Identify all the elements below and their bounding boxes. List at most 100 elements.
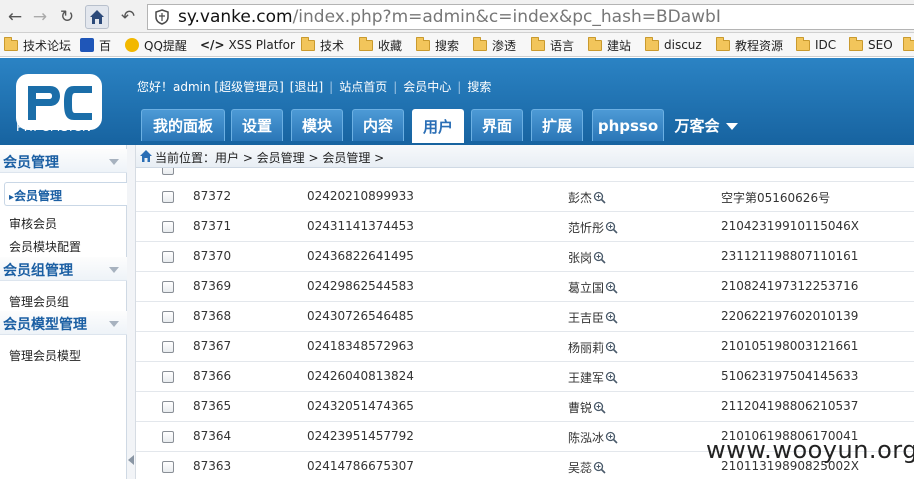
bookmark-folder[interactable] bbox=[903, 36, 914, 54]
folder-icon bbox=[716, 36, 730, 51]
undo-icon[interactable]: ↶ bbox=[116, 5, 140, 29]
zoom-in-icon[interactable] bbox=[593, 251, 606, 264]
sidebar-splitter[interactable] bbox=[127, 145, 136, 479]
home-icon[interactable] bbox=[85, 5, 109, 29]
collapse-arrow-icon bbox=[109, 321, 119, 327]
collapse-arrow-icon bbox=[109, 267, 119, 273]
member-id: 87369 bbox=[193, 279, 232, 293]
member-name-text: 王吉臣 bbox=[568, 311, 605, 325]
member-id: 87367 bbox=[193, 339, 232, 353]
top-links: 您好！admin [超级管理员] [退出] | 站点首页 | 会员中心 | 搜索 bbox=[137, 78, 491, 95]
member-name: 王吉臣 bbox=[568, 309, 618, 326]
sidebar-item-member-manage[interactable]: ▸会员管理 bbox=[4, 182, 127, 206]
member-idno: 510623197504145633 bbox=[721, 369, 859, 383]
zoom-in-icon[interactable] bbox=[605, 341, 618, 354]
tab-content[interactable]: 内容 bbox=[352, 109, 404, 141]
bookmark-folder[interactable]: discuz bbox=[645, 36, 702, 54]
tab-phpsso[interactable]: phpsso bbox=[592, 109, 664, 141]
url-text: sy.vanke.com/index.php?m=admin&c=index&p… bbox=[178, 7, 721, 27]
folder-icon bbox=[301, 36, 315, 51]
row-checkbox[interactable] bbox=[162, 341, 174, 353]
bookmark-folder[interactable]: 技术 bbox=[301, 36, 344, 54]
member-name: 王建军 bbox=[568, 369, 618, 386]
tab-interface[interactable]: 界面 bbox=[471, 109, 523, 141]
row-checkbox[interactable] bbox=[162, 251, 174, 263]
greeting-text: 您好！admin [超级管理员] bbox=[137, 80, 284, 94]
folder-icon bbox=[416, 36, 430, 51]
bookmark-folder[interactable]: IDC bbox=[796, 36, 836, 54]
bookmark-folder[interactable]: 收藏 bbox=[359, 36, 402, 54]
table-row: 87368 02430726546485 王吉臣 220622197602010139 bbox=[136, 302, 914, 332]
tab-modules[interactable]: 模块 bbox=[291, 109, 343, 141]
row-checkbox[interactable] bbox=[162, 311, 174, 323]
sidebar-item-manage-model[interactable]: 管理会员模型 bbox=[9, 347, 81, 364]
bookmark-folder[interactable]: SEO bbox=[849, 36, 893, 54]
member-name: 张岗 bbox=[568, 249, 606, 266]
bookmark-link[interactable]: </> XSS Platfor bbox=[200, 36, 295, 54]
tab-settings[interactable]: 设置 bbox=[231, 109, 283, 141]
member-center-link[interactable]: 会员中心 bbox=[403, 78, 451, 95]
address-bar[interactable]: sy.vanke.com/index.php?m=admin&c=index&p… bbox=[147, 4, 914, 30]
reload-icon[interactable]: ↻ bbox=[55, 5, 79, 29]
site-home-link[interactable]: 站点首页 bbox=[339, 78, 387, 95]
member-idno: 210824197312253716 bbox=[721, 279, 859, 293]
folder-icon bbox=[588, 36, 602, 51]
bookmark-folder[interactable]: 语言 bbox=[531, 36, 574, 54]
sidebar-item-manage-group[interactable]: 管理会员组 bbox=[9, 293, 69, 310]
row-checkbox[interactable] bbox=[162, 431, 174, 443]
row-checkbox[interactable] bbox=[162, 401, 174, 413]
logout-link[interactable]: [退出] bbox=[290, 78, 323, 95]
zoom-in-icon[interactable] bbox=[605, 281, 618, 294]
sidebar-item-member-config[interactable]: 会员模块配置 bbox=[9, 238, 81, 255]
row-checkbox[interactable] bbox=[162, 221, 174, 233]
search-link[interactable]: 搜索 bbox=[467, 78, 491, 95]
sidebar-group-member[interactable]: 会员管理 bbox=[0, 149, 127, 173]
collapse-left-icon[interactable] bbox=[128, 455, 134, 465]
sidebar-group-member-group[interactable]: 会员组管理 bbox=[0, 257, 127, 281]
member-id: 87365 bbox=[193, 399, 232, 413]
bookmark-folder[interactable]: 渗透 bbox=[473, 36, 516, 54]
tab-users[interactable]: 用户 bbox=[412, 109, 464, 143]
bookmark-link[interactable]: QQ提醒 bbox=[125, 36, 187, 54]
bookmark-folder[interactable]: 教程资源 bbox=[716, 36, 783, 54]
member-phone: 02420210899933 bbox=[307, 189, 414, 203]
zoom-in-icon[interactable] bbox=[593, 191, 606, 204]
member-name: 陈泓冰 bbox=[568, 429, 618, 446]
row-checkbox[interactable] bbox=[162, 168, 174, 175]
breadcrumb: 当前位置：用户 > 会员管理 > 会员管理 > bbox=[136, 145, 914, 168]
member-idno: 231121198807110161 bbox=[721, 249, 859, 263]
member-name: 彭杰 bbox=[568, 189, 606, 206]
bookmark-folder[interactable]: 建站 bbox=[588, 36, 631, 54]
folder-icon bbox=[645, 36, 659, 51]
member-phone: 02423951457792 bbox=[307, 429, 414, 443]
bookmark-folder[interactable]: 技术论坛 bbox=[4, 36, 71, 54]
back-arrow-icon[interactable]: ← bbox=[3, 5, 27, 29]
sidebar-item-review-member[interactable]: 审核会员 bbox=[9, 215, 57, 232]
tab-wankehui[interactable]: 万客会 bbox=[671, 109, 741, 141]
row-checkbox[interactable] bbox=[162, 461, 174, 473]
caret-down-icon bbox=[725, 122, 738, 130]
zoom-in-icon[interactable] bbox=[605, 221, 618, 234]
member-id: 87370 bbox=[193, 249, 232, 263]
row-checkbox[interactable] bbox=[162, 281, 174, 293]
tab-extensions[interactable]: 扩展 bbox=[531, 109, 583, 141]
bookmark-link[interactable]: 百 bbox=[80, 36, 111, 54]
member-phone: 02430726546485 bbox=[307, 309, 414, 323]
forward-arrow-icon[interactable]: → bbox=[28, 5, 52, 29]
zoom-in-icon[interactable] bbox=[605, 431, 618, 444]
tab-my-panel[interactable]: 我的面板 bbox=[141, 109, 225, 141]
row-checkbox[interactable] bbox=[162, 371, 174, 383]
home-icon bbox=[140, 150, 152, 162]
bookmark-folder[interactable]: 搜索 bbox=[416, 36, 459, 54]
member-id: 87371 bbox=[193, 219, 232, 233]
zoom-in-icon[interactable] bbox=[605, 371, 618, 384]
table-row: 87370 02436822641495 张岗 231121198807110161 bbox=[136, 242, 914, 272]
member-id: 87366 bbox=[193, 369, 232, 383]
sidebar-group-member-model[interactable]: 会员模型管理 bbox=[0, 311, 127, 335]
zoom-in-icon[interactable] bbox=[593, 401, 606, 414]
member-id: 87363 bbox=[193, 459, 232, 473]
zoom-in-icon[interactable] bbox=[593, 461, 606, 474]
row-checkbox[interactable] bbox=[162, 191, 174, 203]
member-name: 曹锐 bbox=[568, 399, 606, 416]
zoom-in-icon[interactable] bbox=[605, 311, 618, 324]
